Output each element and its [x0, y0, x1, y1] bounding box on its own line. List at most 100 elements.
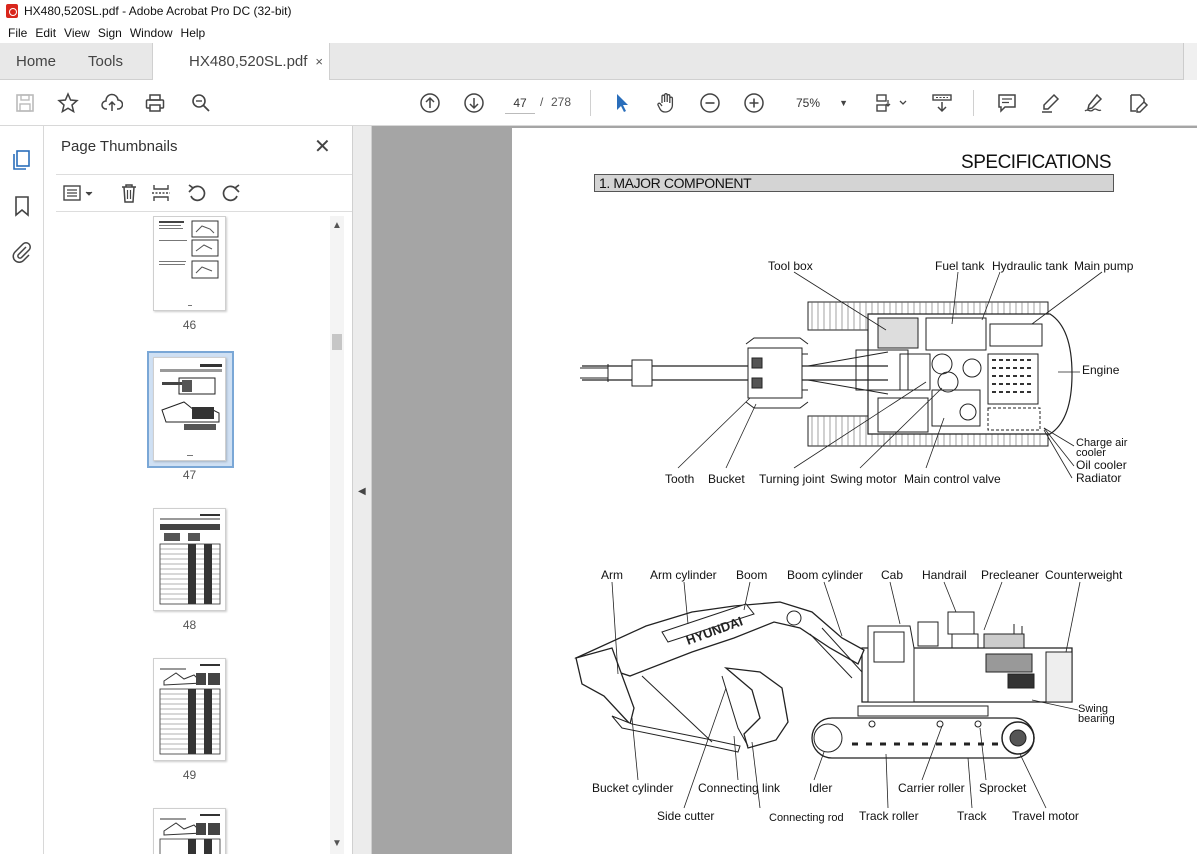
hand-tool-icon[interactable]	[654, 91, 678, 115]
save-icon[interactable]	[13, 91, 37, 115]
zoom-in-icon[interactable]	[742, 91, 766, 115]
label-bucket-cylinder: Bucket cylinder	[592, 781, 674, 795]
page-number-input[interactable]: 47	[505, 92, 535, 114]
thumbnail-label: 46	[182, 318, 197, 332]
upload-cloud-icon[interactable]	[100, 91, 124, 115]
main-toolbar: 47 / 278 75% ▼	[0, 80, 1197, 126]
menu-bar: File Edit View Sign Window Help	[0, 22, 1197, 43]
label-turning-joint: Turning joint	[759, 472, 825, 486]
scroll-mode-icon[interactable]	[930, 91, 954, 115]
thumbnail-label: 49	[182, 768, 197, 782]
label-precleaner: Precleaner	[981, 568, 1040, 582]
menu-edit[interactable]: Edit	[33, 26, 62, 40]
page-thumbnail-50[interactable]	[153, 808, 226, 854]
page-separator: /	[540, 95, 544, 109]
thumbnail-label: 48	[182, 618, 197, 632]
previous-page-icon[interactable]	[418, 91, 442, 115]
tab-document[interactable]: HX480,520SL.pdf ×	[152, 43, 330, 80]
menu-file[interactable]: File	[6, 26, 33, 40]
label-boom: Boom	[736, 568, 768, 582]
highlight-pen-icon[interactable]	[1038, 91, 1062, 115]
top-view-drawing	[580, 301, 1073, 447]
scrollbar-thumb[interactable]	[332, 334, 342, 350]
thumbnail-list: 46 47 48 49	[56, 216, 332, 854]
label-bucket: Bucket	[708, 472, 745, 486]
label-idler: Idler	[809, 781, 833, 795]
label-swing-motor: Swing motor	[830, 472, 897, 486]
thumbnail-toolbar	[56, 174, 352, 212]
label-cab: Cab	[881, 568, 904, 582]
page-thumbnail-49[interactable]	[153, 658, 226, 761]
label-travel-motor: Travel motor	[1012, 809, 1079, 823]
tab-bar: Home Tools HX480,520SL.pdf ×	[0, 43, 1197, 80]
zoom-search-icon[interactable]	[189, 91, 213, 115]
zoom-out-icon[interactable]	[698, 91, 722, 115]
title-bar: HX480,520SL.pdf - Adobe Acrobat Pro DC (…	[0, 0, 1197, 22]
label-oil-cooler: Oil cooler	[1076, 458, 1127, 472]
page-thumbnail-46[interactable]	[153, 216, 226, 311]
comment-icon[interactable]	[995, 91, 1019, 115]
label-tool-box: Tool box	[768, 259, 813, 273]
label-arm-cylinder: Arm cylinder	[650, 568, 717, 582]
close-panel-icon[interactable]: ✕	[314, 134, 331, 159]
label-connecting-rod: Connecting rod	[769, 812, 844, 824]
panel-collapse-handle[interactable]: ◀	[353, 126, 372, 854]
options-menu-icon[interactable]	[62, 182, 96, 204]
edit-pdf-icon[interactable]	[1126, 91, 1150, 115]
rotate-left-icon[interactable]	[186, 182, 208, 204]
tab-document-label: HX480,520SL.pdf	[189, 53, 308, 70]
label-track: Track	[957, 809, 987, 823]
label-swing-bearing-2: bearing	[1078, 713, 1115, 725]
navigation-rail	[0, 126, 44, 854]
window-title: HX480,520SL.pdf - Adobe Acrobat Pro DC (…	[24, 4, 292, 18]
page-thumbnails-icon[interactable]	[10, 148, 34, 172]
next-page-icon[interactable]	[462, 91, 486, 115]
bookmark-star-icon[interactable]	[56, 91, 80, 115]
tab-close-icon[interactable]: ×	[315, 54, 323, 69]
side-view-drawing	[574, 601, 1073, 759]
label-connecting-link: Connecting link	[698, 781, 781, 795]
sign-pen-icon[interactable]	[1082, 91, 1106, 115]
scroll-down-icon[interactable]: ▼	[332, 838, 342, 849]
thumbnail-scrollbar[interactable]: ▲ ▼	[330, 216, 344, 854]
label-handrail: Handrail	[922, 568, 967, 582]
select-cursor-icon[interactable]	[610, 91, 634, 115]
attachments-icon[interactable]	[10, 240, 34, 264]
label-counterweight: Counterweight	[1045, 568, 1123, 582]
page-thumbnail-47[interactable]	[153, 357, 226, 461]
label-boom-cylinder: Boom cylinder	[787, 568, 864, 582]
print-icon[interactable]	[143, 91, 167, 115]
menu-sign[interactable]: Sign	[96, 26, 128, 40]
tab-scroll-button[interactable]	[1183, 43, 1197, 80]
label-side-cutter: Side cutter	[657, 809, 715, 823]
page-thumbnails-panel: Page Thumbnails ✕ 46 47 48 49 ▲ ▼	[44, 126, 353, 854]
page-fit-icon[interactable]	[874, 91, 908, 115]
delete-page-icon[interactable]	[118, 182, 140, 204]
label-hydraulic-tank: Hydraulic tank	[992, 259, 1069, 273]
menu-view[interactable]: View	[62, 26, 96, 40]
tab-tools[interactable]: Tools	[88, 43, 123, 80]
label-main-control-valve: Main control valve	[904, 472, 1001, 486]
insert-page-icon[interactable]	[150, 182, 172, 204]
label-sprocket: Sprocket	[979, 781, 1027, 795]
page-total: 278	[551, 95, 572, 109]
zoom-level-select[interactable]: 75% ▼	[790, 92, 852, 114]
tab-home[interactable]: Home	[16, 43, 56, 80]
menu-window[interactable]: Window	[128, 26, 179, 40]
label-track-roller: Track roller	[859, 809, 919, 823]
label-carrier-roller: Carrier roller	[898, 781, 965, 795]
label-radiator: Radiator	[1076, 471, 1122, 485]
label-engine: Engine	[1082, 363, 1120, 377]
pdf-page: SPECIFICATIONS 1. MAJOR COMPONENT HYUNDA…	[512, 128, 1197, 854]
acrobat-app-icon	[6, 4, 18, 18]
menu-help[interactable]: Help	[179, 26, 212, 40]
document-viewport[interactable]: SPECIFICATIONS 1. MAJOR COMPONENT HYUNDA…	[372, 126, 1197, 854]
zoom-level-value: 75%	[796, 96, 821, 110]
label-main-pump: Main pump	[1074, 259, 1134, 273]
rotate-right-icon[interactable]	[220, 182, 242, 204]
page-thumbnail-48[interactable]	[153, 508, 226, 611]
bookmarks-icon[interactable]	[10, 194, 34, 218]
panel-title: Page Thumbnails	[61, 138, 178, 155]
scroll-up-icon[interactable]: ▲	[332, 220, 342, 231]
chevron-down-icon: ▼	[839, 98, 848, 108]
